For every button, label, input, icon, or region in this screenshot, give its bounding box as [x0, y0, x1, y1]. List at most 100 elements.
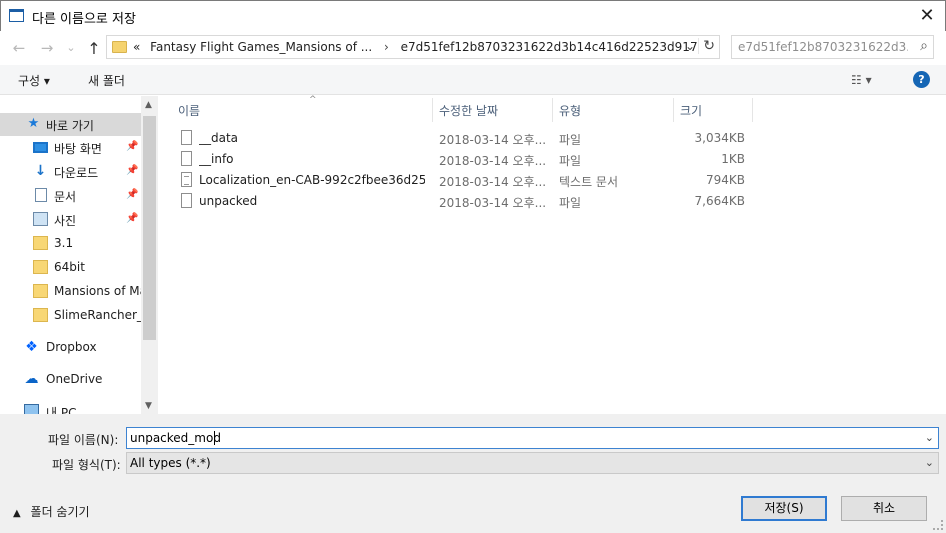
folder-icon: [33, 260, 48, 274]
file-size: 1KB: [721, 152, 745, 166]
sidebar-item-label: Dropbox: [46, 340, 97, 354]
close-button[interactable]: ✕: [915, 4, 939, 28]
sidebar-item-quick-access[interactable]: ★ 바로 가기: [0, 113, 141, 136]
folder-icon: [33, 308, 48, 322]
file-type: 파일: [559, 196, 582, 210]
window-title: 다른 이름으로 저장: [32, 12, 136, 27]
breadcrumb-separator-icon[interactable]: ›: [384, 40, 389, 54]
column-header-label: 크기: [680, 104, 703, 118]
file-type: 파일: [559, 133, 582, 147]
file-name: unpacked: [199, 194, 258, 208]
new-folder-button[interactable]: 새 폴더: [88, 72, 125, 89]
sidebar-item-label: 다운로드: [54, 166, 99, 180]
back-arrow-icon[interactable]: ←: [10, 39, 28, 57]
breadcrumb-item-parent[interactable]: Fantasy Flight Games_Mansions of ...: [150, 40, 372, 54]
resize-grip[interactable]: [933, 520, 943, 530]
file-type: 텍스트 문서: [559, 175, 619, 189]
sidebar-item-folder-3-1[interactable]: 3.1: [0, 232, 141, 255]
pin-icon[interactable]: 📌: [126, 189, 138, 200]
chevron-up-icon: ▲: [13, 508, 21, 519]
folder-icon: [112, 41, 127, 53]
sidebar-item-label: 3.1: [54, 236, 74, 250]
sidebar-item-folder-mansions[interactable]: Mansions of Ma: [0, 280, 147, 303]
scroll-down-arrow-icon[interactable]: ▼: [145, 401, 152, 411]
recent-locations-chevron-icon[interactable]: ⌄: [62, 41, 80, 54]
sidebar-item-label: 바로 가기: [46, 119, 94, 133]
file-size: 794KB: [705, 173, 745, 187]
scroll-up-arrow-icon[interactable]: ▲: [145, 100, 152, 110]
column-header-modified[interactable]: 수정한 날짜: [433, 98, 553, 122]
file-size: 3,034KB: [694, 131, 745, 145]
refresh-icon[interactable]: ↻: [698, 38, 715, 54]
pin-icon[interactable]: 📌: [126, 213, 138, 224]
sidebar-item-label: Mansions of Ma: [54, 284, 147, 298]
file-icon: [181, 130, 192, 145]
help-icon[interactable]: ?: [913, 71, 930, 88]
file-row[interactable]: __info 2018-03-14 오후... 파일 1KB: [179, 149, 759, 170]
chevron-down-icon[interactable]: ⌄: [925, 456, 934, 469]
desktop-icon: [33, 142, 48, 153]
sidebar-item-this-pc[interactable]: 내 PC: [0, 400, 141, 414]
sidebar-item-folder-slimerancher[interactable]: SlimeRancher_D: [0, 304, 152, 327]
sidebar-item-pictures[interactable]: 사진 📌: [0, 208, 141, 231]
file-modified: 2018-03-14 오후...: [439, 175, 547, 189]
onedrive-cloud-icon: ☁: [24, 371, 39, 387]
quick-access-star-icon: ★: [27, 116, 40, 131]
breadcrumb: « Fantasy Flight Games_Mansions of ... ›…: [133, 40, 698, 54]
sidebar-item-desktop[interactable]: 바탕 화면 📌: [0, 136, 141, 159]
chevron-down-icon[interactable]: ⌄: [925, 431, 934, 444]
file-name: __info: [199, 152, 234, 166]
column-header-size[interactable]: 크기: [674, 98, 753, 122]
sidebar-item-onedrive[interactable]: ☁ OneDrive: [0, 368, 141, 391]
file-row[interactable]: Localization_en-CAB-992c2fbee36d253... 2…: [179, 170, 759, 191]
filename-input[interactable]: unpacked_mod ⌄: [126, 427, 939, 449]
view-options-button[interactable]: ☷ ▾: [851, 73, 872, 87]
text-caret: [214, 431, 215, 445]
documents-icon: [35, 188, 47, 202]
filetype-select[interactable]: All types (*.*) ⌄: [126, 452, 939, 474]
pin-icon[interactable]: 📌: [126, 141, 138, 152]
folder-icon: [33, 236, 48, 250]
sidebar-item-documents[interactable]: 문서 📌: [0, 184, 141, 207]
breadcrumb-item-current[interactable]: e7d51fef12b8703231622d3b14c416d22523d917: [401, 40, 698, 54]
sidebar-item-label: 사진: [54, 214, 77, 228]
forward-arrow-icon[interactable]: →: [38, 39, 56, 57]
file-type: 파일: [559, 154, 582, 168]
file-row[interactable]: __data 2018-03-14 오후... 파일 3,034KB: [179, 128, 759, 149]
this-pc-icon: [24, 404, 39, 414]
sidebar-item-downloads[interactable]: ↓ 다운로드 📌: [0, 160, 141, 183]
search-input[interactable]: e7d51fef12b8703231622d3... ⌕: [731, 35, 934, 59]
scrollbar-thumb[interactable]: [143, 116, 156, 340]
file-icon: [181, 151, 192, 166]
pin-icon[interactable]: 📌: [126, 165, 138, 176]
pictures-icon: [33, 212, 48, 226]
column-header-type[interactable]: 유형: [553, 98, 674, 122]
file-modified: 2018-03-14 오후...: [439, 154, 547, 168]
file-modified: 2018-03-14 오후...: [439, 196, 547, 210]
sidebar-item-dropbox[interactable]: ❖ Dropbox: [0, 336, 141, 359]
organize-button[interactable]: 구성 ▾: [18, 72, 50, 89]
save-button[interactable]: 저장(S): [741, 496, 827, 521]
hide-folders-label: 폴더 숨기기: [30, 505, 90, 519]
sidebar-scrollbar[interactable]: ▲ ▼: [141, 96, 158, 414]
search-placeholder: e7d51fef12b8703231622d3...: [738, 40, 908, 54]
sort-ascending-icon: ^: [309, 95, 317, 105]
navigation-pane: ★ 바로 가기 바탕 화면 📌 ↓ 다운로드 📌 문서 📌 사진 📌 3.1 6…: [0, 96, 158, 414]
sidebar-item-label: OneDrive: [46, 372, 103, 386]
file-row[interactable]: unpacked 2018-03-14 오후... 파일 7,664KB: [179, 191, 759, 212]
file-name: Localization_en-CAB-992c2fbee36d253...: [199, 173, 425, 187]
column-header-label: 유형: [559, 104, 582, 118]
sidebar-item-label: SlimeRancher_D: [54, 308, 153, 322]
address-bar[interactable]: « Fantasy Flight Games_Mansions of ... ›…: [106, 35, 720, 59]
address-dropdown-icon[interactable]: ⌄: [685, 39, 695, 53]
breadcrumb-overflow[interactable]: «: [133, 40, 140, 54]
hide-folders-toggle[interactable]: ▲ 폴더 숨기기: [13, 503, 90, 520]
up-arrow-icon[interactable]: ↑: [85, 39, 103, 58]
text-file-icon: [181, 172, 192, 187]
navigation-bar: ← → ⌄ ↑ « Fantasy Flight Games_Mansions …: [0, 31, 946, 65]
sidebar-item-label: 바탕 화면: [54, 142, 102, 156]
column-header-name[interactable]: ^ 이름: [172, 95, 433, 122]
title-bar: 다른 이름으로 저장 ✕: [0, 0, 946, 31]
sidebar-item-folder-64bit[interactable]: 64bit: [0, 256, 141, 279]
cancel-button[interactable]: 취소: [841, 496, 927, 521]
